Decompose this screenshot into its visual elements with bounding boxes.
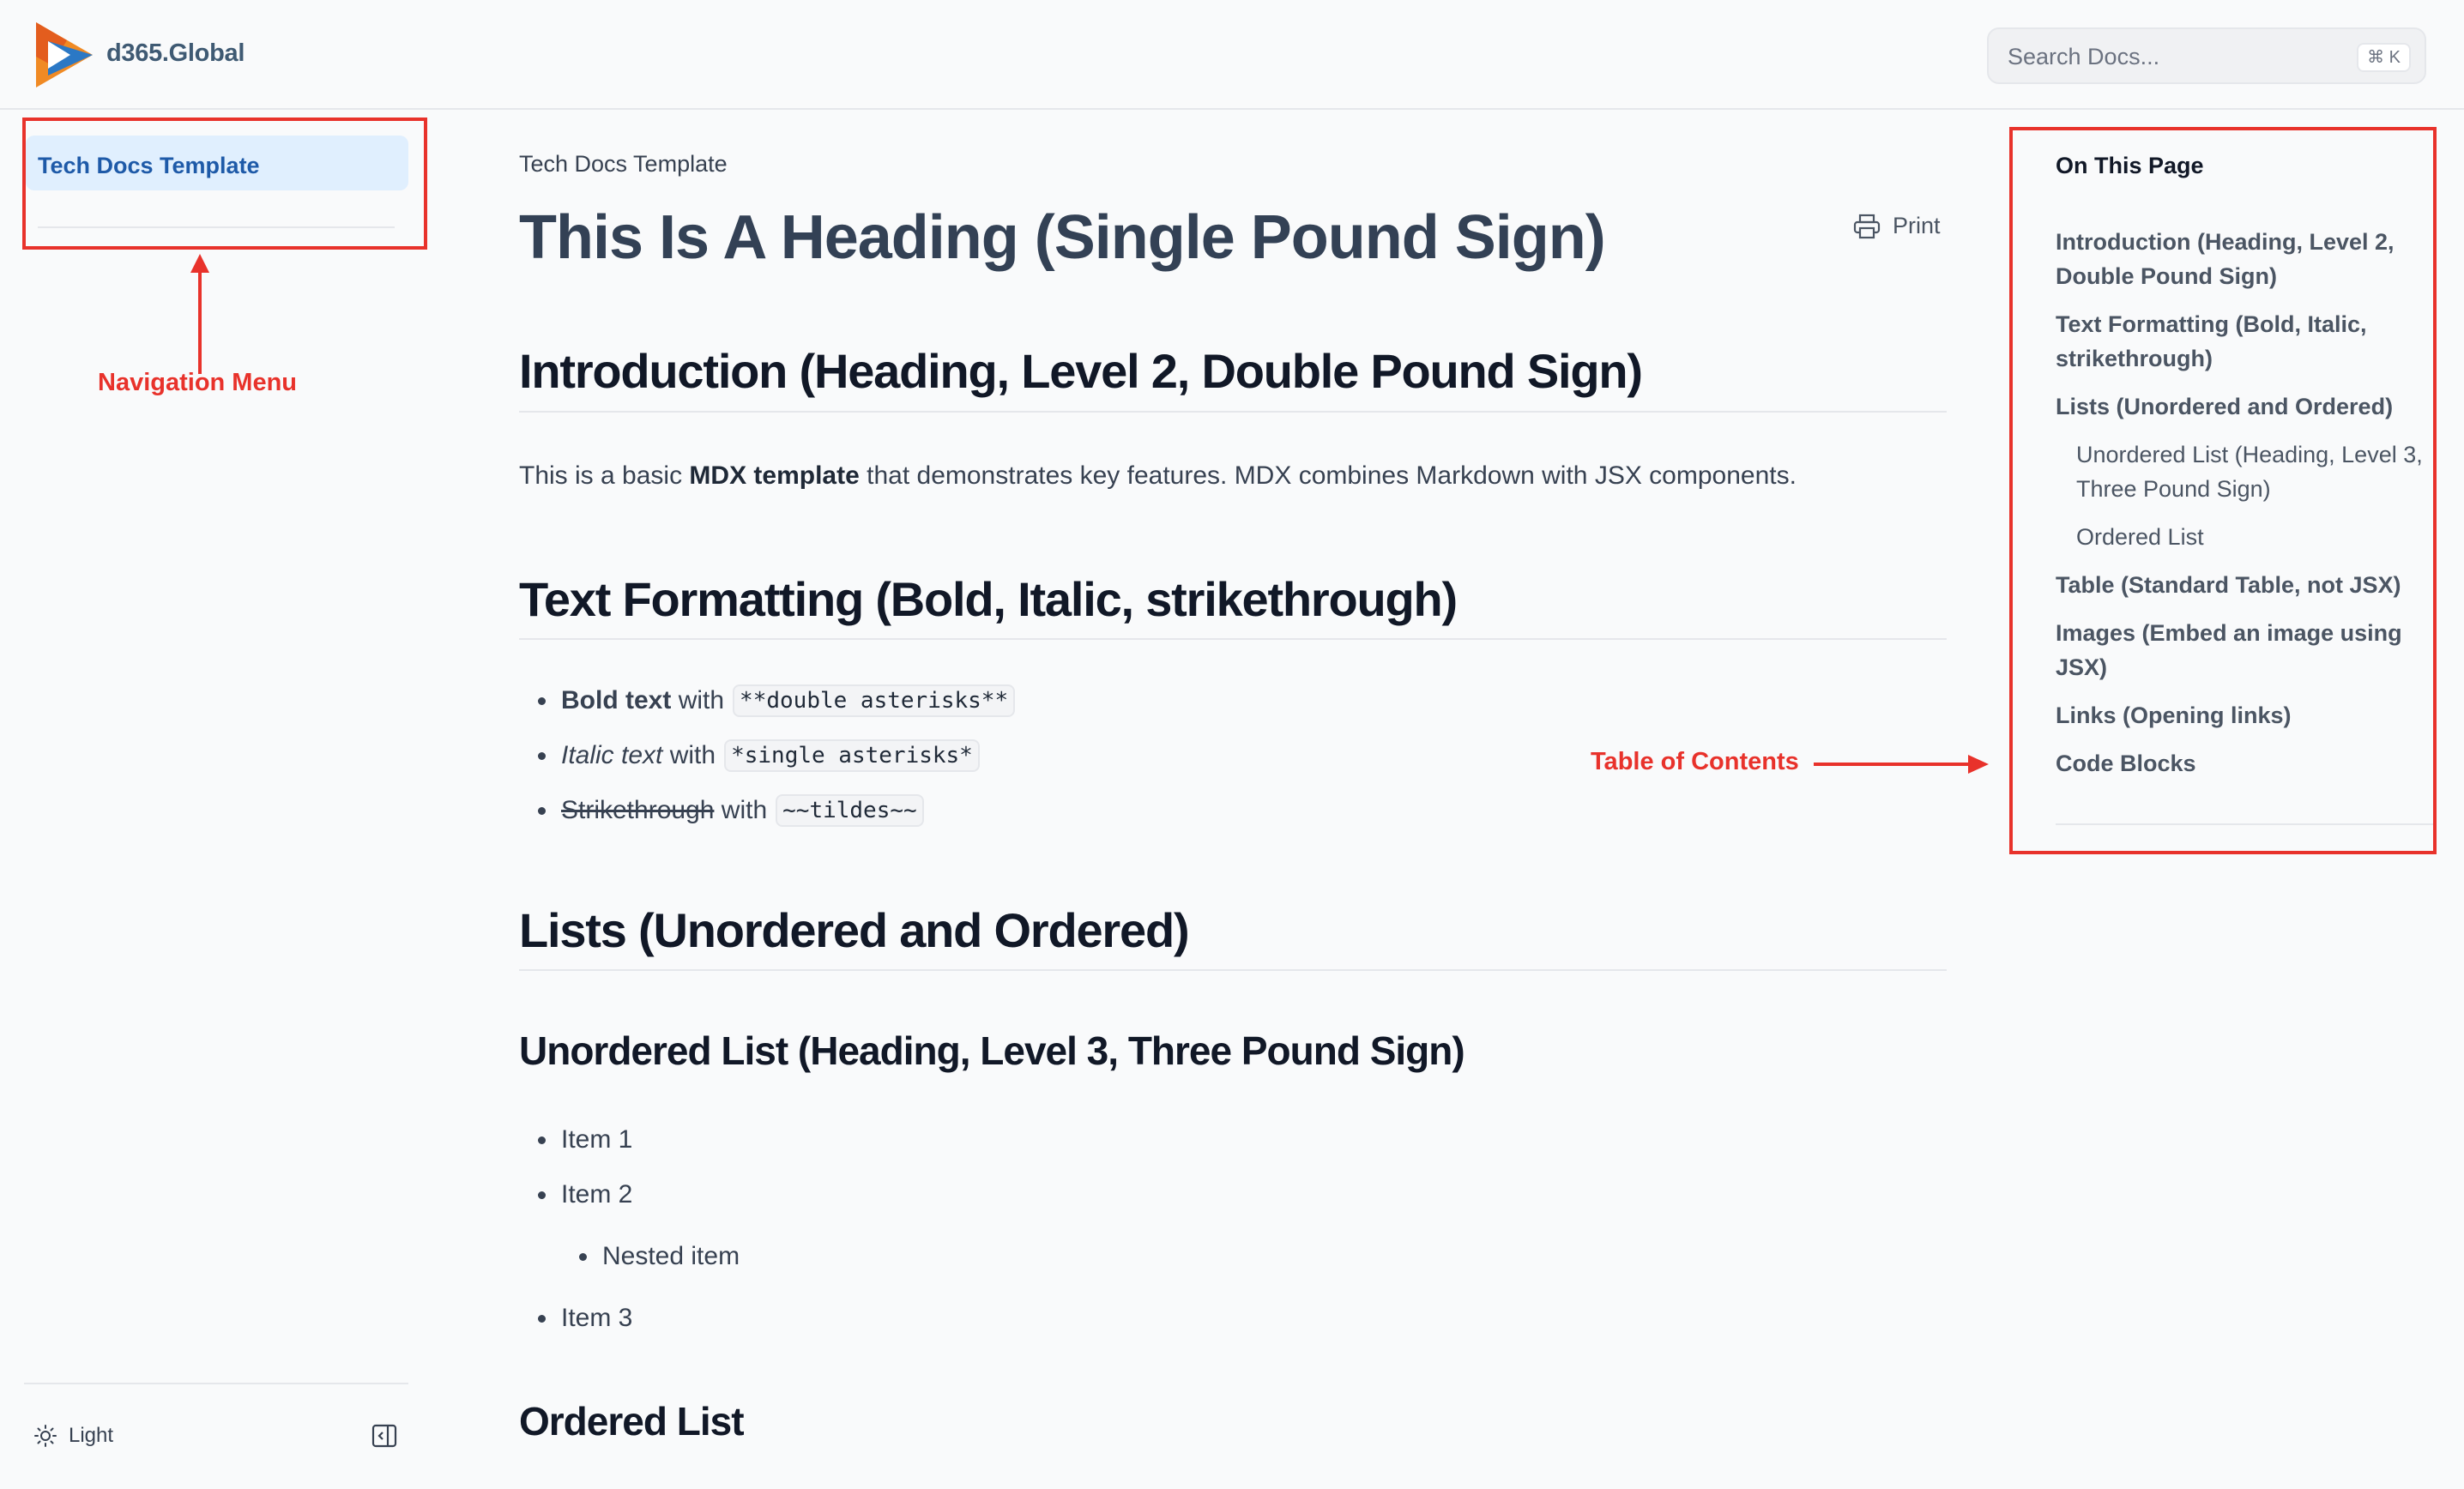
page-title: This Is A Heading (Single Pound Sign) xyxy=(519,203,1606,272)
strikethrough-text-sample: Strikethrough xyxy=(561,796,715,824)
list-item-text: Item 2 xyxy=(561,1180,633,1209)
inline-code: **double asterisks** xyxy=(733,684,1016,717)
section-divider xyxy=(519,411,1947,413)
intro-bold-text: MDX template xyxy=(689,461,860,490)
table-of-contents-arrow xyxy=(1814,755,1989,774)
theme-label: Light xyxy=(69,1424,114,1447)
section-divider xyxy=(519,969,1947,971)
subsection-heading-unordered-list: Unordered List (Heading, Level 3, Three … xyxy=(519,1028,1465,1073)
toc-title: On This Page xyxy=(2056,153,2204,178)
toc-link-images[interactable]: Images (Embed an image using JSX) xyxy=(2056,616,2442,684)
toc-link-text-formatting[interactable]: Text Formatting (Bold, Italic, strikethr… xyxy=(2056,307,2442,376)
sidebar-footer-divider xyxy=(24,1383,408,1384)
intro-text-tail: that demonstrates key features. MDX comb… xyxy=(867,461,1797,490)
toc-link-links[interactable]: Links (Opening links) xyxy=(2056,698,2442,732)
list-item-text: with xyxy=(678,686,725,714)
search-box[interactable]: ⌘ K xyxy=(1987,27,2426,84)
toc-link-introduction[interactable]: Introduction (Heading, Level 2, Double P… xyxy=(2056,225,2442,293)
navigation-arrow xyxy=(190,254,209,374)
list-item-text: with xyxy=(721,796,768,824)
breadcrumb[interactable]: Tech Docs Template xyxy=(519,151,728,178)
section-divider xyxy=(519,638,1947,640)
section-heading-introduction: Introduction (Heading, Level 2, Double P… xyxy=(519,344,1643,398)
list-item: Item 2 xyxy=(538,1180,632,1209)
nested-list-item: Nested item xyxy=(579,1242,740,1271)
sun-icon xyxy=(34,1425,57,1447)
sidebar: Tech Docs Template Light xyxy=(0,112,429,1489)
printer-icon xyxy=(1853,214,1881,238)
search-input[interactable] xyxy=(2008,41,2334,72)
list-item-text: Item 1 xyxy=(561,1125,633,1154)
list-item: Item 1 xyxy=(538,1125,632,1154)
list-item: Strikethrough with ~~tildes~~ xyxy=(538,794,924,827)
brand-name[interactable]: d365.Global xyxy=(106,39,245,68)
subsection-heading-ordered-list: Ordered List xyxy=(519,1399,745,1444)
section-heading-lists: Lists (Unordered and Ordered) xyxy=(519,903,1190,957)
bold-text-sample: Bold text xyxy=(561,686,672,714)
table-of-contents-label: Table of Contents xyxy=(1591,748,1799,775)
intro-paragraph: This is a basic MDX template that demons… xyxy=(519,461,1797,491)
list-item: Italic text with *single asterisks* xyxy=(538,739,980,772)
toc-link-lists[interactable]: Lists (Unordered and Ordered) xyxy=(2056,389,2442,424)
italic-text-sample: Italic text xyxy=(561,741,663,769)
inline-code: *single asterisks* xyxy=(724,739,980,772)
list-item: Bold text with **double asterisks** xyxy=(538,684,1016,717)
toc-link-table[interactable]: Table (Standard Table, not JSX) xyxy=(2056,568,2442,602)
collapse-sidebar-icon[interactable] xyxy=(371,1422,398,1450)
print-button[interactable]: Print xyxy=(1853,213,1941,239)
section-heading-text-formatting: Text Formatting (Bold, Italic, strikethr… xyxy=(519,572,1458,626)
navigation-menu-label: Navigation Menu xyxy=(98,369,298,396)
inline-code: ~~tildes~~ xyxy=(776,794,924,827)
list-item: Item 3 xyxy=(538,1304,632,1333)
toc-link-unordered-list[interactable]: Unordered List (Heading, Level 3, Three … xyxy=(2076,437,2454,506)
top-bar: d365.Global ⌘ K xyxy=(0,0,2464,110)
toc-divider xyxy=(2056,823,2433,825)
list-item-text: with xyxy=(669,741,716,769)
intro-text: This is a basic xyxy=(519,461,683,490)
search-shortcut-badge: ⌘ K xyxy=(2357,43,2411,72)
d365-logo-icon[interactable] xyxy=(36,22,93,87)
toc-link-code-blocks[interactable]: Code Blocks xyxy=(2056,746,2442,781)
navigation-highlight-box xyxy=(22,118,427,250)
theme-toggle-button[interactable]: Light xyxy=(34,1419,113,1453)
list-item-text: Nested item xyxy=(602,1242,740,1270)
print-label: Print xyxy=(1893,213,1941,238)
toc-link-ordered-list[interactable]: Ordered List xyxy=(2076,520,2454,554)
list-item-text: Item 3 xyxy=(561,1304,633,1332)
